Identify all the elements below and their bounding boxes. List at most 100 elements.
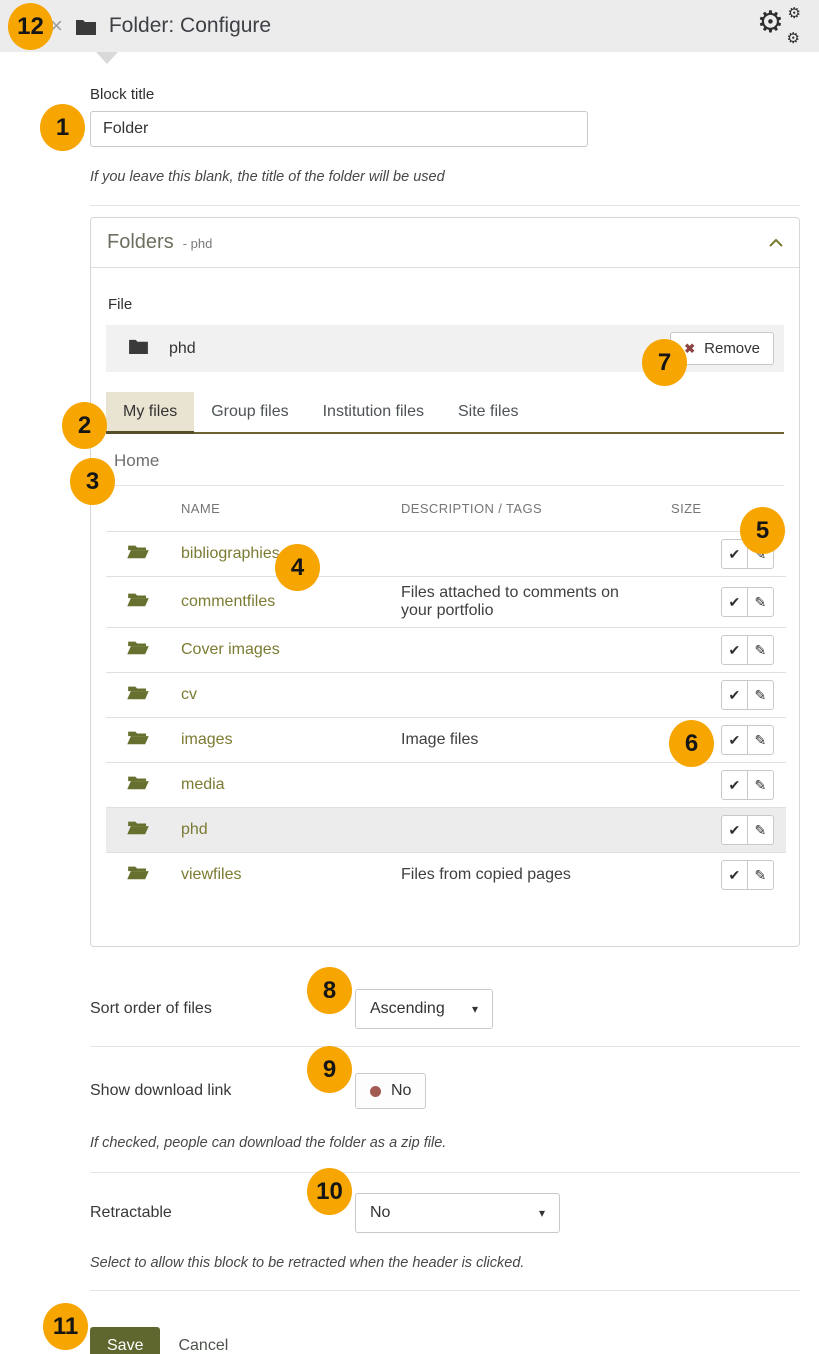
gear-icon: ⚙ [757, 8, 784, 38]
pencil-icon: ✎ [754, 594, 766, 611]
edit-button[interactable]: ✎ [748, 680, 774, 710]
folder-icon [128, 338, 149, 359]
actions-row: Save Cancel [90, 1327, 800, 1354]
edit-button[interactable]: ✎ [748, 635, 774, 665]
folder-link[interactable]: bibliographies [181, 545, 280, 562]
select-button[interactable]: ✔ [721, 770, 748, 800]
edit-button[interactable]: ✎ [748, 815, 774, 845]
select-button[interactable]: ✔ [721, 725, 748, 755]
tab-group-files[interactable]: Group files [194, 392, 305, 432]
table-header-row: NAME DESCRIPTION / TAGS SIZE [106, 486, 786, 532]
folder-description [389, 763, 659, 808]
select-button[interactable]: ✔ [721, 860, 748, 890]
callout-badge-3: 3 [70, 458, 115, 505]
folders-panel-subtitle: - phd [183, 236, 213, 251]
block-title-label: Block title [90, 86, 800, 103]
folder-size [659, 673, 709, 718]
table-row-selected: phd ✔ ✎ [106, 808, 786, 853]
file-label: File [108, 296, 784, 313]
check-icon: ✔ [728, 642, 740, 659]
chevron-up-icon[interactable] [769, 234, 783, 252]
column-header-description: DESCRIPTION / TAGS [389, 486, 659, 532]
folder-size [659, 577, 709, 628]
table-row: commentfiles Files attached to comments … [106, 577, 786, 628]
edit-button[interactable]: ✎ [748, 725, 774, 755]
folder-link[interactable]: Cover images [181, 641, 280, 658]
files-table: NAME DESCRIPTION / TAGS SIZE bibliograph… [106, 486, 786, 897]
column-header-size: SIZE [659, 486, 709, 532]
callout-badge-4: 4 [275, 544, 320, 591]
folder-link[interactable]: media [181, 776, 225, 793]
folder-configure-modal: × Folder: Configure ⚙ ⚙ ⚙ Block title If… [0, 0, 819, 1354]
tab-my-files[interactable]: My files [106, 392, 194, 432]
show-download-help: If checked, people can download the fold… [90, 1135, 800, 1151]
column-header-name: NAME [169, 486, 389, 532]
folder-description: Files from copied pages [389, 853, 659, 898]
folders-panel-heading[interactable]: Folders - phd [91, 218, 799, 268]
folder-link[interactable]: phd [181, 821, 208, 838]
select-button[interactable]: ✔ [721, 680, 748, 710]
sort-order-value: Ascending [370, 1000, 445, 1018]
callout-badge-8: 8 [307, 967, 352, 1014]
folder-size [659, 532, 709, 577]
folder-open-icon [127, 643, 149, 660]
select-button[interactable]: ✔ [721, 635, 748, 665]
folder-open-icon [127, 733, 149, 750]
pencil-icon: ✎ [754, 777, 766, 794]
tab-institution-files[interactable]: Institution files [306, 392, 441, 432]
page-title: Folder: Configure [109, 14, 271, 38]
caret-down-icon: ▾ [539, 1206, 545, 1220]
folder-link[interactable]: commentfiles [181, 593, 275, 610]
folder-description [389, 628, 659, 673]
callout-badge-12: 12 [8, 3, 53, 50]
folder-size [659, 808, 709, 853]
show-download-toggle[interactable]: No [355, 1073, 426, 1109]
retractable-value: No [370, 1204, 390, 1222]
block-title-input[interactable] [90, 111, 588, 147]
gear-icon: ⚙ [788, 6, 801, 21]
edit-button[interactable]: ✎ [748, 860, 774, 890]
block-title-help: If you leave this blank, the title of th… [90, 169, 800, 185]
folder-icon [75, 18, 97, 35]
folders-panel: Folders - phd File phd ✖ Remove [90, 217, 800, 947]
check-icon: ✔ [728, 822, 740, 839]
callout-badge-7: 7 [642, 339, 687, 386]
check-icon: ✔ [728, 867, 740, 884]
folder-description: Image files [389, 718, 659, 763]
edit-button[interactable]: ✎ [748, 770, 774, 800]
settings-gears-icon[interactable]: ⚙ ⚙ ⚙ [755, 6, 801, 46]
retractable-select[interactable]: No ▾ [355, 1193, 560, 1233]
edit-button[interactable]: ✎ [748, 587, 774, 617]
select-button[interactable]: ✔ [721, 815, 748, 845]
gear-icon: ⚙ [787, 31, 800, 46]
callout-badge-5: 5 [740, 507, 785, 554]
save-button[interactable]: Save [90, 1327, 160, 1354]
folder-link[interactable]: viewfiles [181, 866, 241, 883]
tab-site-files[interactable]: Site files [441, 392, 535, 432]
remove-label: Remove [704, 340, 760, 357]
pencil-icon: ✎ [754, 687, 766, 704]
pencil-icon: ✎ [754, 642, 766, 659]
breadcrumb[interactable]: Home [106, 434, 784, 486]
folder-open-icon [127, 547, 149, 564]
folder-description [389, 808, 659, 853]
divider [90, 1046, 800, 1047]
callout-badge-6: 6 [669, 720, 714, 767]
folder-link[interactable]: images [181, 731, 233, 748]
folder-link[interactable]: cv [181, 686, 197, 703]
table-row: bibliographies ✔✎ [106, 532, 786, 577]
folder-size [659, 853, 709, 898]
callout-badge-11: 11 [43, 1303, 88, 1350]
folder-description [389, 532, 659, 577]
divider [90, 205, 800, 206]
cancel-link[interactable]: Cancel [178, 1337, 228, 1354]
select-button[interactable]: ✔ [721, 587, 748, 617]
folder-open-icon [127, 688, 149, 705]
check-icon: ✔ [728, 732, 740, 749]
folder-open-icon [127, 868, 149, 885]
column-header-icon [106, 486, 169, 532]
table-row: Cover images ✔ ✎ [106, 628, 786, 673]
folder-size [659, 763, 709, 808]
sort-order-select[interactable]: Ascending ▾ [355, 989, 493, 1029]
check-icon: ✔ [728, 546, 740, 563]
